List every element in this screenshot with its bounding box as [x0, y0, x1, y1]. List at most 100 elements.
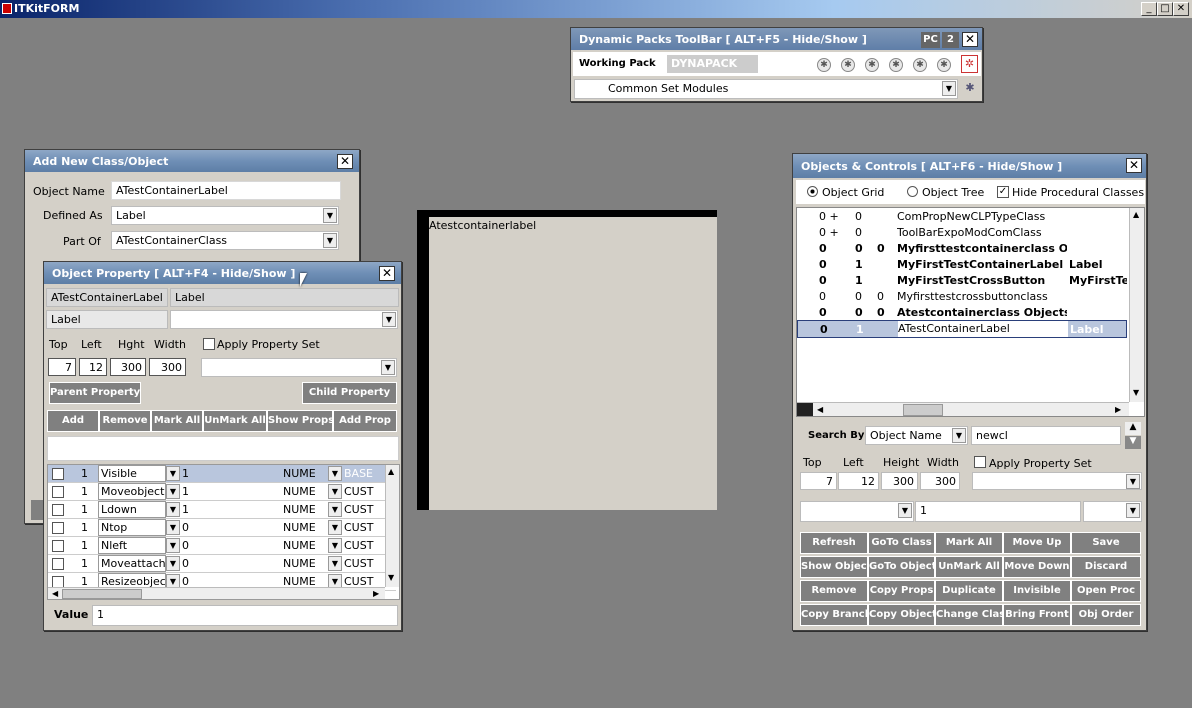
search-input[interactable]: newcl	[971, 426, 1121, 445]
maximize-button[interactable]: □	[1157, 2, 1173, 16]
search-by-combo[interactable]: Object Name ▼	[865, 426, 968, 445]
property-value[interactable]: 1	[182, 467, 282, 480]
goto-object-button[interactable]: GoTo Object	[868, 556, 935, 578]
row-checkbox[interactable]	[52, 522, 64, 534]
height-input[interactable]: 300	[881, 472, 918, 490]
move-up-button[interactable]: Move Up	[1003, 532, 1071, 554]
property-name[interactable]: Nleft	[98, 537, 166, 554]
remove-button[interactable]: Remove	[800, 580, 868, 602]
scroll-left-icon[interactable]: ◀	[817, 405, 823, 414]
search-down-icon[interactable]: ▼	[1125, 436, 1141, 449]
property-name[interactable]: Ntop	[98, 519, 166, 536]
extra-combo-left[interactable]: ▼	[800, 501, 914, 522]
property-set-select[interactable]: ▼	[972, 472, 1142, 490]
row-checkbox[interactable]	[52, 540, 64, 552]
chevron-down-icon[interactable]: ▼	[166, 466, 180, 481]
row-checkbox[interactable]	[52, 468, 64, 480]
pack-settings-icon[interactable]: ✲	[961, 55, 978, 73]
objgrid-vertical-scrollbar[interactable]: ▲ ▼	[1129, 208, 1144, 402]
property-name[interactable]: Ldown	[98, 501, 166, 518]
chevron-down-icon[interactable]: ▼	[382, 312, 396, 327]
extra-combo-right[interactable]: ▼	[1083, 501, 1142, 522]
add-button[interactable]: Add	[47, 410, 99, 432]
parent-property-button[interactable]: Parent Property	[49, 382, 141, 404]
chevron-down-icon[interactable]: ▼	[1126, 474, 1140, 489]
object-tree-radio[interactable]	[907, 186, 918, 197]
pack-slot-icon[interactable]: ✱	[913, 58, 927, 72]
change-class-button[interactable]: Change Class	[935, 604, 1003, 626]
duplicate-button[interactable]: Duplicate	[935, 580, 1003, 602]
addclass-close-button[interactable]: ✕	[337, 154, 353, 169]
chevron-down-icon[interactable]: ▼	[166, 556, 180, 571]
chevron-down-icon[interactable]: ▼	[328, 556, 342, 571]
pack-slot-icon[interactable]: ✱	[817, 58, 831, 72]
property-value[interactable]: 0	[182, 539, 282, 552]
add-prop-button[interactable]: Add Prop	[333, 410, 397, 432]
scroll-right-icon[interactable]: ▶	[1115, 405, 1121, 414]
close-button[interactable]: ✕	[1173, 2, 1189, 16]
show-props-button[interactable]: Show Props	[267, 410, 333, 432]
unmark-all-button[interactable]: UnMark All	[935, 556, 1003, 578]
chevron-down-icon[interactable]: ▼	[1126, 503, 1140, 518]
container-canvas[interactable]: Atestcontainerlabel	[417, 210, 717, 510]
working-pack-field[interactable]: DYNAPACK	[667, 55, 758, 73]
mark-all-button[interactable]: Mark All	[151, 410, 203, 432]
objprop-close-button[interactable]: ✕	[379, 266, 395, 281]
scroll-up-icon[interactable]: ▲	[388, 467, 394, 476]
chevron-down-icon[interactable]: ▼	[166, 484, 180, 499]
obj-order-button[interactable]: Obj Order	[1071, 604, 1141, 626]
object-grid-radio[interactable]	[807, 186, 818, 197]
property-value[interactable]: 0	[182, 521, 282, 534]
width-input[interactable]: 300	[920, 472, 960, 490]
copy-props-button[interactable]: Copy Props	[868, 580, 935, 602]
scroll-down-icon[interactable]: ▼	[1133, 388, 1139, 397]
row-checkbox[interactable]	[52, 558, 64, 570]
row-checkbox[interactable]	[52, 504, 64, 516]
chevron-down-icon[interactable]: ▼	[166, 502, 180, 517]
object-name-field[interactable]: ATestContainerLabel	[111, 181, 341, 200]
child-property-button[interactable]: Child Property	[302, 382, 397, 404]
search-up-icon[interactable]: ▲	[1125, 422, 1141, 435]
width-input[interactable]: 300	[149, 358, 186, 376]
apply-property-set-checkbox[interactable]	[203, 338, 215, 350]
chevron-down-icon[interactable]: ▼	[323, 233, 337, 248]
move-down-button[interactable]: Move Down	[1003, 556, 1071, 578]
table-row-selected[interactable]: 0 1 ATestContainerLabel Label	[797, 320, 1127, 338]
property-value[interactable]: 0	[182, 557, 282, 570]
left-input[interactable]: 12	[838, 472, 879, 490]
chevron-down-icon[interactable]: ▼	[328, 502, 342, 517]
copy-branch-button[interactable]: Copy Branch	[800, 604, 868, 626]
left-input[interactable]: 12	[79, 358, 107, 376]
minimize-button[interactable]: _	[1141, 2, 1157, 16]
pack-slot-icon[interactable]: ✱	[889, 58, 903, 72]
grid-horizontal-scrollbar[interactable]: ◀ ▶	[48, 587, 385, 599]
table-row[interactable]: 1 Visible ▼ 1 NUME ▼ BASE	[48, 465, 396, 483]
container-label[interactable]: Atestcontainerlabel	[429, 219, 536, 232]
top-input[interactable]: 7	[48, 358, 76, 376]
chevron-down-icon[interactable]: ▼	[166, 520, 180, 535]
grid-vertical-scrollbar[interactable]: ▲ ▼	[385, 465, 399, 587]
chevron-down-icon[interactable]: ▼	[952, 428, 966, 443]
property-set-select[interactable]: ▼	[201, 358, 397, 377]
table-row[interactable]: 1 Moveattache ▼ 0 NUME ▼ CUST	[48, 555, 396, 573]
remove-button[interactable]: Remove	[99, 410, 151, 432]
chevron-down-icon[interactable]: ▼	[166, 538, 180, 553]
chevron-down-icon[interactable]: ▼	[328, 520, 342, 535]
save-button[interactable]: Save	[1071, 532, 1141, 554]
dynabar-close-button[interactable]: ✕	[962, 32, 978, 47]
pack-slot-icon[interactable]: ✱	[841, 58, 855, 72]
scroll-down-icon[interactable]: ▼	[388, 573, 394, 582]
show-object-button[interactable]: Show Object	[800, 556, 868, 578]
discard-button[interactable]: Discard	[1071, 556, 1141, 578]
property-name[interactable]: Moveattache	[98, 555, 166, 572]
pack-slot-icon[interactable]: ✱	[865, 58, 879, 72]
height-input[interactable]: 300	[110, 358, 146, 376]
extra-value-field[interactable]: 1	[915, 501, 1081, 522]
pack-slot-icon[interactable]: ✱	[937, 58, 951, 72]
open-proc-button[interactable]: Open Proc	[1071, 580, 1141, 602]
scroll-up-icon[interactable]: ▲	[1133, 210, 1139, 219]
part-of-combo[interactable]: ATestContainerClass ▼	[111, 231, 339, 250]
chevron-down-icon[interactable]: ▼	[328, 538, 342, 553]
property-name[interactable]: Visible	[98, 465, 166, 482]
chevron-down-icon[interactable]: ▼	[328, 466, 342, 481]
